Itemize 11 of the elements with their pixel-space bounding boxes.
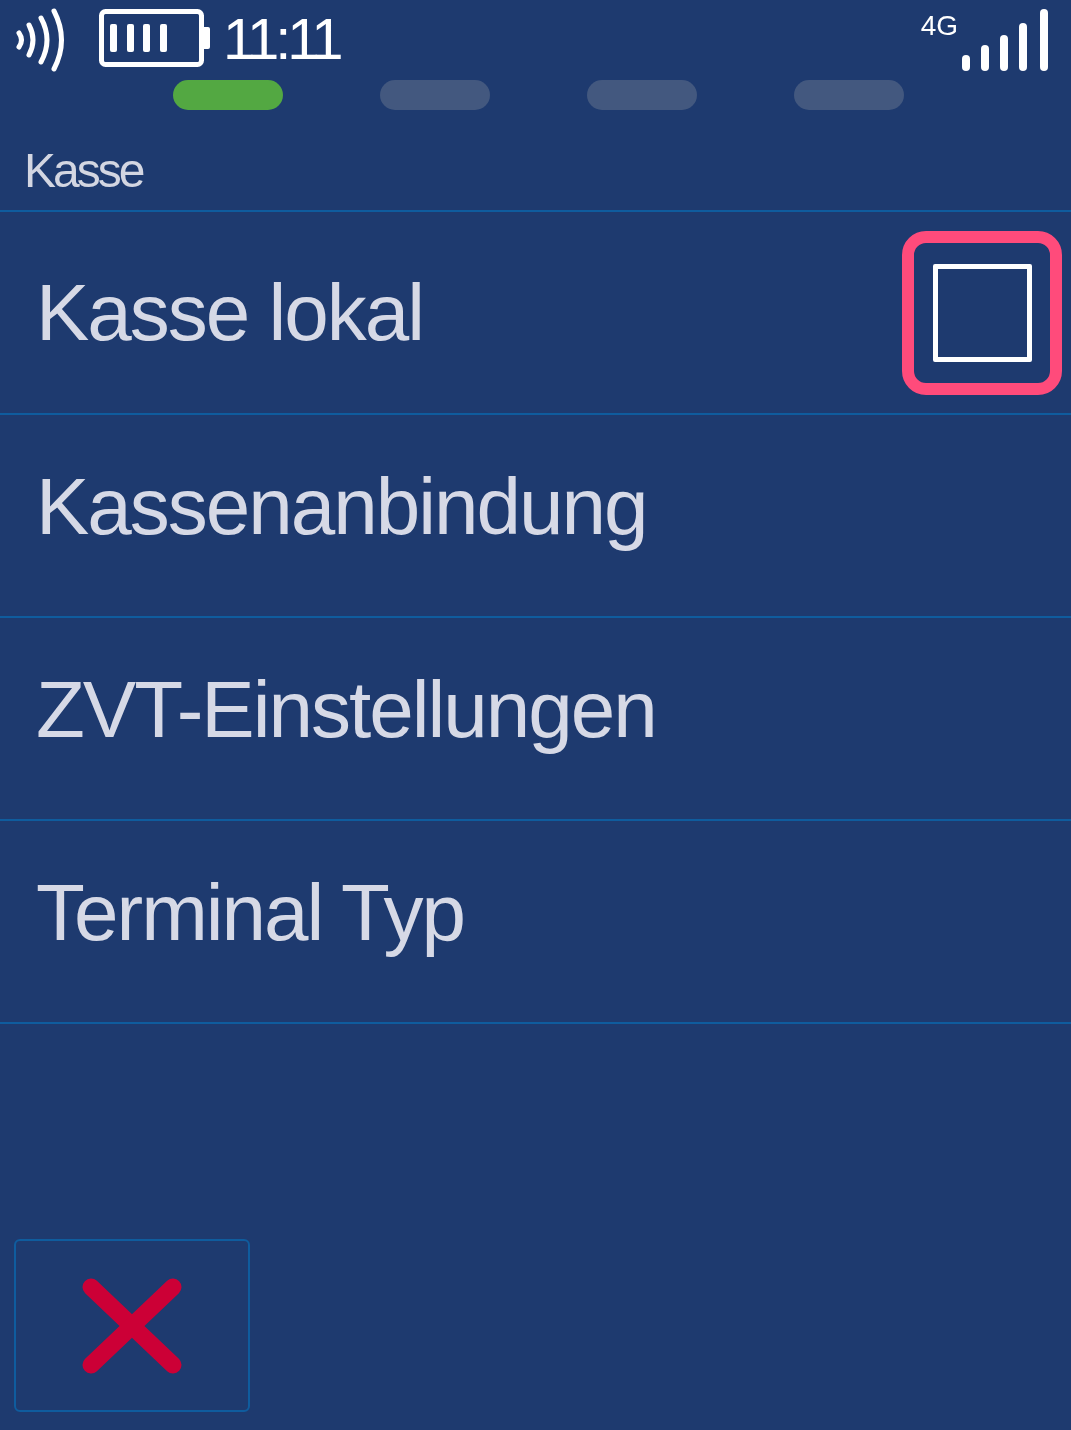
menu-item[interactable]: Terminal Typ — [30, 864, 471, 961]
section-title: Kasse — [24, 147, 143, 195]
signal-icon — [960, 8, 1050, 72]
battery-icon — [99, 9, 211, 67]
network-type: 4G — [920, 12, 958, 40]
clock-time: 11:11 — [223, 9, 340, 69]
checkbox[interactable] — [932, 263, 1032, 362]
menu-item[interactable]: ZVT-Einstellungen — [30, 661, 662, 758]
checkbox-label: Kasse lokal — [36, 270, 424, 355]
menu-item[interactable]: Kassenanbindung — [30, 458, 653, 555]
close-icon — [82, 1277, 182, 1374]
